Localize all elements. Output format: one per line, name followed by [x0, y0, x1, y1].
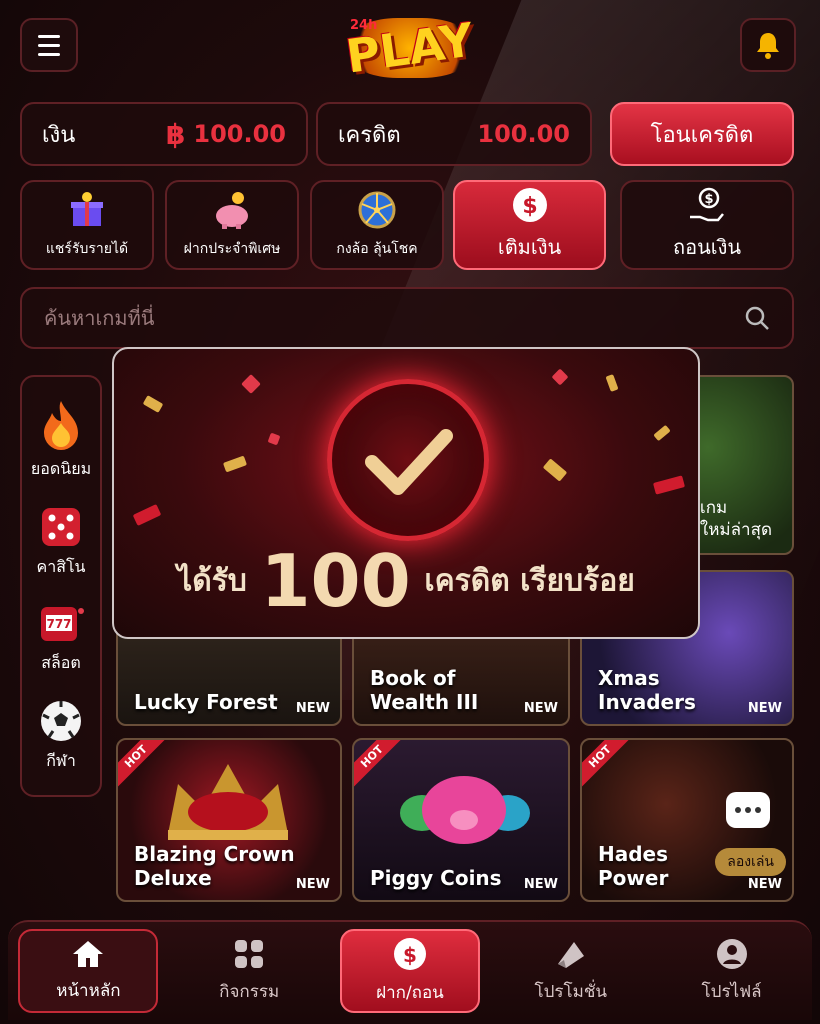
- game-title: Book of Wealth III: [370, 666, 479, 714]
- credit-balance: เครดิต 100.00: [316, 102, 592, 166]
- category-sports-label: กีฬา: [46, 750, 76, 770]
- new-badge: NEW: [747, 701, 782, 716]
- nav-activities[interactable]: กิจกรรม: [179, 929, 319, 1013]
- top-up-button[interactable]: $ เติมเงิน: [453, 180, 606, 270]
- game-search-bar[interactable]: ค้นหาเกมที่นี่: [20, 287, 794, 349]
- nav-deposit-withdraw-label: ฝาก/ถอน: [376, 982, 444, 1003]
- new-games-label-2: ใหม่ล่าสุด: [699, 520, 772, 540]
- svg-text:$: $: [704, 192, 713, 207]
- home-icon: [73, 940, 104, 967]
- dollar-icon: $: [512, 188, 547, 222]
- bottom-nav: หน้าหลัก กิจกรรม $ ฝาก/ถอน โปรโมชั่น โปร…: [8, 920, 812, 1020]
- category-slots-label: สล็อต: [41, 652, 81, 672]
- category-slots[interactable]: 777 สล็อต: [38, 603, 84, 676]
- transfer-credit-label: โอนเครดิต: [650, 122, 754, 148]
- withdraw-button[interactable]: $ ถอนเงิน: [620, 180, 794, 270]
- svg-text:777: 777: [46, 617, 71, 631]
- new-badge: NEW: [295, 701, 330, 716]
- dice-icon: [41, 507, 80, 546]
- share-earn-label: แชร์รับรายได้: [45, 241, 129, 257]
- credit-value: 100.00: [477, 120, 570, 148]
- special-deposit-label: ฝากประจำพิเศษ: [183, 241, 281, 257]
- slot-machine-icon: 777: [41, 606, 84, 641]
- nav-deposit-withdraw[interactable]: $ ฝาก/ถอน: [339, 929, 480, 1013]
- top-up-label: เติมเงิน: [497, 235, 562, 259]
- transfer-credit-button[interactable]: โอนเครดิต: [610, 102, 794, 166]
- new-games-label-1: เกม: [699, 498, 728, 518]
- nav-promotions[interactable]: โปรโมชั่น: [501, 929, 641, 1013]
- nav-home[interactable]: หน้าหลัก: [18, 929, 159, 1013]
- new-badge: NEW: [295, 877, 330, 892]
- money-label: เงิน: [42, 122, 76, 148]
- withdraw-icon: $: [690, 187, 724, 222]
- promo-icon: [557, 941, 584, 968]
- check-icon: [365, 429, 453, 495]
- baht-icon: ฿: [165, 117, 186, 151]
- new-badge: NEW: [523, 701, 558, 716]
- game-title: Xmas Invaders: [598, 666, 696, 714]
- hamburger-icon: [38, 34, 60, 38]
- success-suffix: เครดิต เรียบร้อย: [424, 563, 635, 599]
- wheel-icon: [358, 191, 396, 229]
- app-logo: 24h PLAY: [340, 8, 480, 88]
- success-amount: 100: [260, 539, 411, 623]
- search-input[interactable]: ค้นหาเกมที่นี่: [44, 302, 744, 334]
- nav-home-label: หน้าหลัก: [56, 980, 121, 1001]
- nav-profile[interactable]: โปรไฟล์: [662, 929, 802, 1013]
- nav-profile-label: โปรไฟล์: [701, 981, 762, 1002]
- game-title: Lucky Forest: [134, 690, 278, 714]
- share-earn-button[interactable]: แชร์รับรายได้: [20, 180, 154, 270]
- svg-text:$: $: [522, 194, 537, 219]
- search-icon[interactable]: [744, 305, 770, 331]
- category-casino[interactable]: คาสิโน: [36, 505, 86, 580]
- category-popular-label: ยอดนิยม: [30, 458, 92, 478]
- nav-activities-label: กิจกรรม: [219, 981, 280, 1002]
- hot-badge: HOT: [582, 740, 635, 791]
- piggy-bank-icon: [216, 192, 248, 229]
- game-card-hades-power[interactable]: HOT Hades Power NEW ลองเล่น: [580, 738, 794, 902]
- soccer-ball-icon: [41, 700, 81, 741]
- money-balance: เงิน ฿ 100.00: [20, 102, 308, 166]
- success-message: ได้รับ 100 เครดิต เรียบร้อย: [114, 539, 698, 623]
- try-play-button[interactable]: ลองเล่น: [715, 848, 786, 876]
- success-ring: [327, 379, 489, 541]
- new-badge: NEW: [747, 877, 782, 892]
- success-prefix: ได้รับ: [177, 563, 247, 599]
- game-card-piggy-coins[interactable]: HOT Piggy Coins NEW: [352, 738, 570, 902]
- category-sports[interactable]: กีฬา: [39, 699, 83, 774]
- profile-icon: [716, 938, 747, 969]
- money-value: 100.00: [193, 120, 286, 148]
- category-popular[interactable]: ยอดนิยม: [31, 399, 91, 482]
- lucky-wheel-button[interactable]: กงล้อ ลุ้นโชค: [310, 180, 444, 270]
- lucky-wheel-label: กงล้อ ลุ้นโชค: [336, 241, 418, 257]
- dollar-icon: $: [393, 937, 426, 970]
- category-sidebar: ยอดนิยม คาสิโน 777 สล็อต กีฬา: [20, 375, 102, 797]
- svg-text:$: $: [403, 943, 417, 967]
- piggy-icon: [400, 776, 530, 844]
- grid-icon: [235, 939, 264, 968]
- crown-icon: [168, 764, 288, 840]
- bell-icon: [757, 33, 779, 59]
- success-modal: ได้รับ 100 เครดิต เรียบร้อย: [112, 347, 700, 639]
- game-title: Blazing Crown Deluxe: [134, 842, 295, 890]
- chat-icon[interactable]: [726, 792, 770, 828]
- special-deposit-button[interactable]: ฝากประจำพิเศษ: [165, 180, 299, 270]
- game-title: Piggy Coins: [370, 866, 502, 890]
- menu-button[interactable]: [20, 18, 78, 72]
- credit-label: เครดิต: [338, 122, 401, 148]
- withdraw-label: ถอนเงิน: [672, 235, 742, 259]
- fire-icon: [43, 400, 78, 450]
- new-badge: NEW: [523, 877, 558, 892]
- game-card-blazing-crown[interactable]: HOT Blazing Crown Deluxe NEW: [116, 738, 342, 902]
- nav-promotions-label: โปรโมชั่น: [534, 981, 608, 1002]
- game-title: Hades Power: [598, 842, 669, 890]
- gift-icon: [71, 192, 103, 226]
- notification-button[interactable]: [740, 18, 796, 72]
- category-casino-label: คาสิโน: [36, 556, 86, 576]
